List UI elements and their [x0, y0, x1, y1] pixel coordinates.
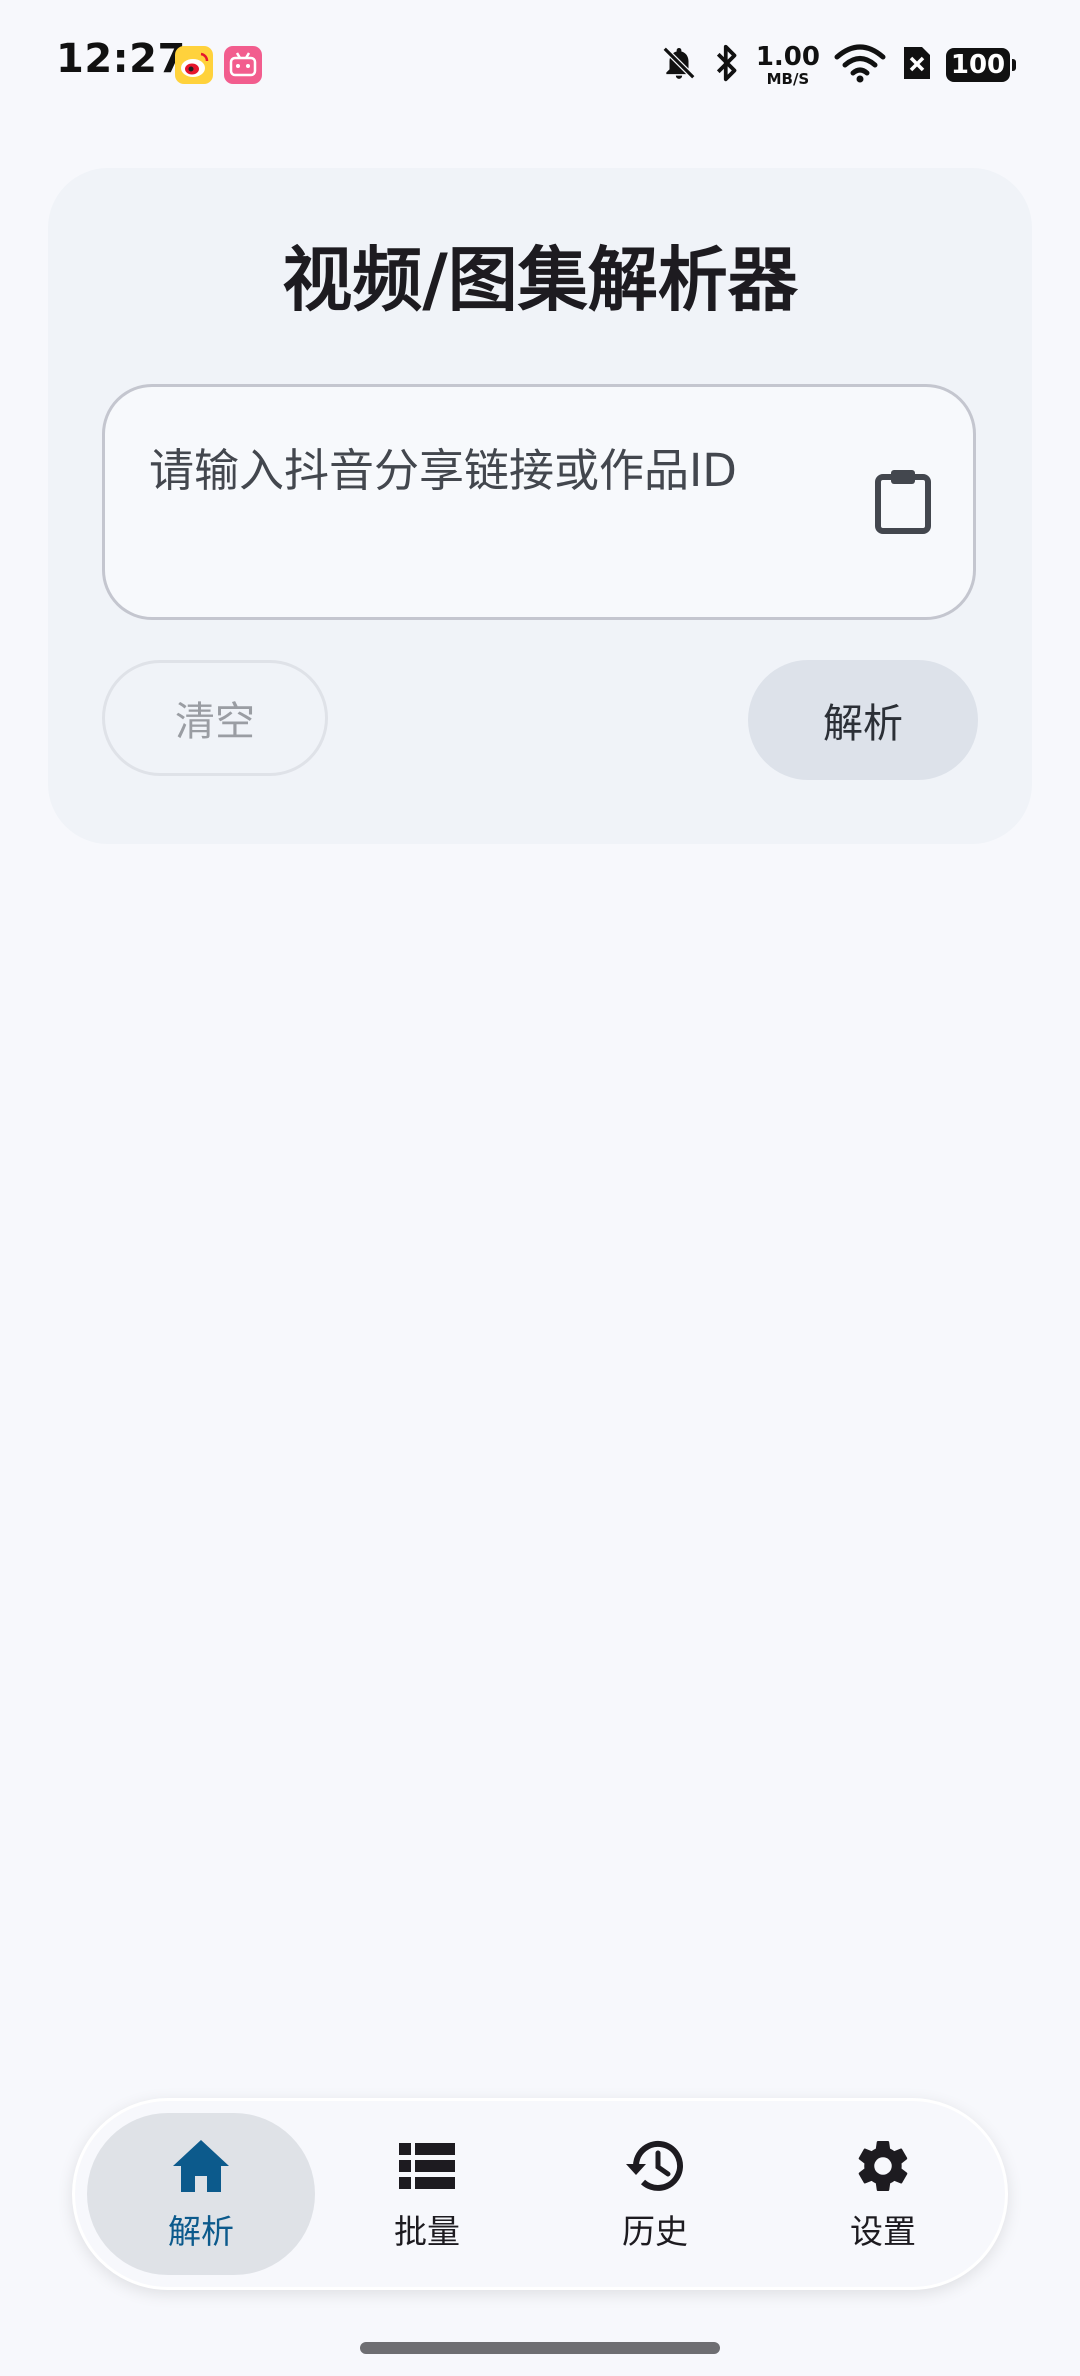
weibo-app-icon [175, 46, 213, 84]
nav-item-parse[interactable]: 解析 [87, 2113, 315, 2275]
nav-item-settings[interactable]: 设置 [769, 2113, 997, 2275]
bell-off-icon [660, 44, 698, 86]
bluetooth-icon [712, 43, 742, 87]
home-icon [170, 2135, 232, 2197]
nav-label-batch: 批量 [394, 2212, 460, 2251]
nav-item-history[interactable]: 历史 [541, 2113, 769, 2275]
sim-off-icon [900, 43, 932, 87]
bottom-nav: 解析 批量 历史 设置 [72, 2098, 1008, 2290]
nav-item-batch[interactable]: 批量 [313, 2113, 541, 2275]
network-speed-unit: MB/S [766, 69, 810, 88]
battery-icon: 100 [946, 48, 1016, 82]
status-indicators: 1.00 MB/S 100 [660, 40, 1016, 90]
bilibili-app-icon [224, 46, 262, 84]
clear-button[interactable]: 清空 [102, 660, 328, 776]
history-icon [624, 2135, 686, 2197]
home-indicator[interactable] [360, 2342, 720, 2354]
parse-button[interactable]: 解析 [748, 660, 978, 780]
url-input[interactable]: 请输入抖音分享链接或作品ID [149, 435, 769, 507]
page-title: 视频/图集解析器 [282, 239, 798, 321]
url-input-box[interactable]: 请输入抖音分享链接或作品ID [102, 384, 976, 620]
parser-card: 视频/图集解析器 请输入抖音分享链接或作品ID 清空 解析 [48, 168, 1032, 844]
status-bar: 12:27 1.00 MB/S 100 [0, 0, 1080, 130]
wifi-icon [834, 43, 886, 87]
network-speed: 1.00 MB/S [756, 44, 820, 87]
screen: 12:27 1.00 MB/S 100 视频/图集解析器 请输入抖音分享链接或作… [0, 0, 1080, 2376]
network-speed-value: 1.00 [755, 41, 820, 72]
list-icon [396, 2135, 458, 2197]
gear-icon [852, 2135, 914, 2197]
paste-button[interactable] [863, 463, 943, 543]
nav-label-history: 历史 [622, 2212, 688, 2251]
status-time: 12:27 [56, 36, 186, 82]
nav-label-parse: 解析 [168, 2212, 234, 2251]
nav-label-settings: 设置 [850, 2212, 916, 2251]
clipboard-icon [872, 467, 934, 539]
